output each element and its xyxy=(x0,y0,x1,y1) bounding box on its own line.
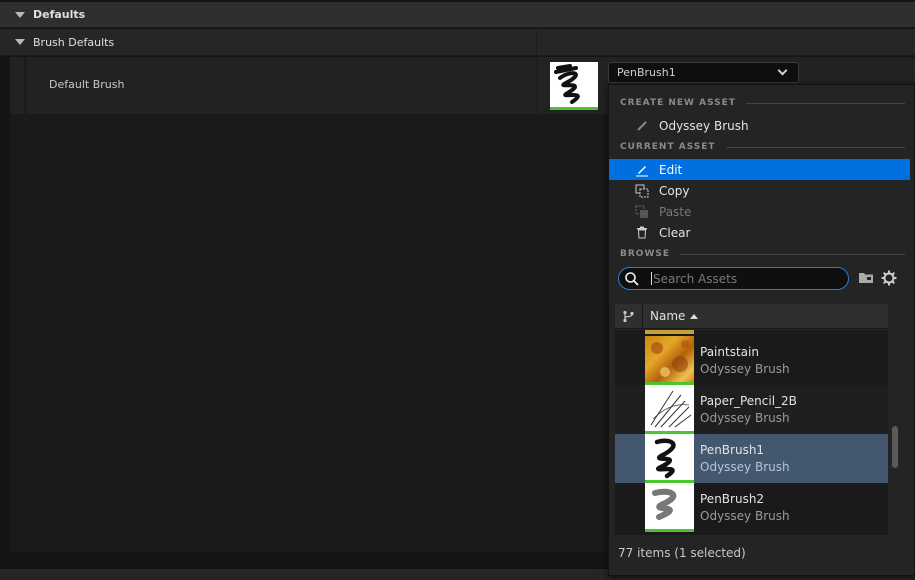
branch-filter-icon[interactable] xyxy=(615,303,643,329)
column-divider[interactable] xyxy=(536,57,537,114)
asset-name: PenBrush2 xyxy=(700,492,765,506)
property-label: Default Brush xyxy=(49,78,125,91)
asset-thumbnail xyxy=(645,483,694,532)
search-input[interactable] xyxy=(653,271,833,286)
asset-type: Odyssey Brush xyxy=(700,411,790,425)
text-cursor xyxy=(651,272,652,285)
copy-menu-item[interactable]: Copy xyxy=(609,180,910,201)
column-divider[interactable] xyxy=(536,29,537,57)
list-item[interactable]: PenBrush2 Odyssey Brush xyxy=(615,483,888,532)
pen-stroke-thumbnail xyxy=(554,64,580,104)
folder-icon[interactable] xyxy=(858,271,874,287)
edit-menu-item[interactable]: Edit xyxy=(609,159,910,180)
asset-thumbnail xyxy=(645,336,694,385)
section-header-defaults[interactable]: Defaults xyxy=(0,2,915,28)
section-header-brush-defaults[interactable]: Brush Defaults xyxy=(0,29,915,56)
asset-list-header: Name xyxy=(615,303,888,329)
asset-name: PenBrush1 xyxy=(700,443,765,457)
edit-icon xyxy=(635,163,649,177)
asset-type: Odyssey Brush xyxy=(700,362,790,376)
settings-gear-icon[interactable] xyxy=(881,270,897,289)
asset-thumbnail xyxy=(645,385,694,434)
asset-type: Odyssey Brush xyxy=(700,460,790,474)
collapse-arrow-icon[interactable] xyxy=(15,11,25,18)
collapse-arrow-icon[interactable] xyxy=(15,39,25,45)
chevron-down-icon xyxy=(777,65,788,76)
copy-icon xyxy=(635,184,649,198)
asset-name: Paintstain xyxy=(700,345,759,359)
list-item[interactable]: Paintstain Odyssey Brush xyxy=(615,336,888,385)
create-odyssey-brush-item[interactable]: Odyssey Brush xyxy=(609,115,910,136)
menu-section-create: CREATE NEW ASSET xyxy=(620,98,905,108)
column-header-name[interactable]: Name xyxy=(650,309,685,323)
menu-section-current: CURRENT ASSET xyxy=(620,142,905,152)
search-assets-field[interactable] xyxy=(618,267,849,290)
asset-type: Odyssey Brush xyxy=(700,509,790,523)
sort-ascending-icon xyxy=(690,313,699,319)
list-item[interactable]: Paper_Pencil_2B Odyssey Brush xyxy=(615,385,888,434)
section-title: Brush Defaults xyxy=(33,35,115,49)
clipped-thumbnail xyxy=(645,330,694,334)
list-scrollbar[interactable] xyxy=(892,426,898,468)
asset-thumbnail xyxy=(645,434,694,483)
trash-icon xyxy=(635,226,649,240)
asset-list[interactable]: Paintstain Odyssey Brush Paper_Pencil_2B… xyxy=(615,330,888,535)
indent-guide xyxy=(24,57,26,114)
search-icon xyxy=(625,272,639,289)
asset-picker-menu: CREATE NEW ASSET Odyssey Brush CURRENT A… xyxy=(608,84,915,576)
asset-name: Paper_Pencil_2B xyxy=(700,394,797,408)
combo-value: PenBrush1 xyxy=(617,66,676,79)
clear-menu-item[interactable]: Clear xyxy=(609,222,910,243)
asset-combo-box[interactable]: PenBrush1 xyxy=(608,62,799,83)
brush-icon xyxy=(635,119,649,133)
section-title: Defaults xyxy=(33,8,86,21)
paste-menu-item[interactable]: Paste xyxy=(609,201,910,222)
item-count-status: 77 items (1 selected) xyxy=(618,546,746,560)
list-item-selected[interactable]: PenBrush1 Odyssey Brush xyxy=(615,434,888,483)
menu-section-browse: BROWSE xyxy=(620,249,905,259)
asset-thumbnail[interactable] xyxy=(550,62,598,110)
paste-icon xyxy=(635,205,649,219)
